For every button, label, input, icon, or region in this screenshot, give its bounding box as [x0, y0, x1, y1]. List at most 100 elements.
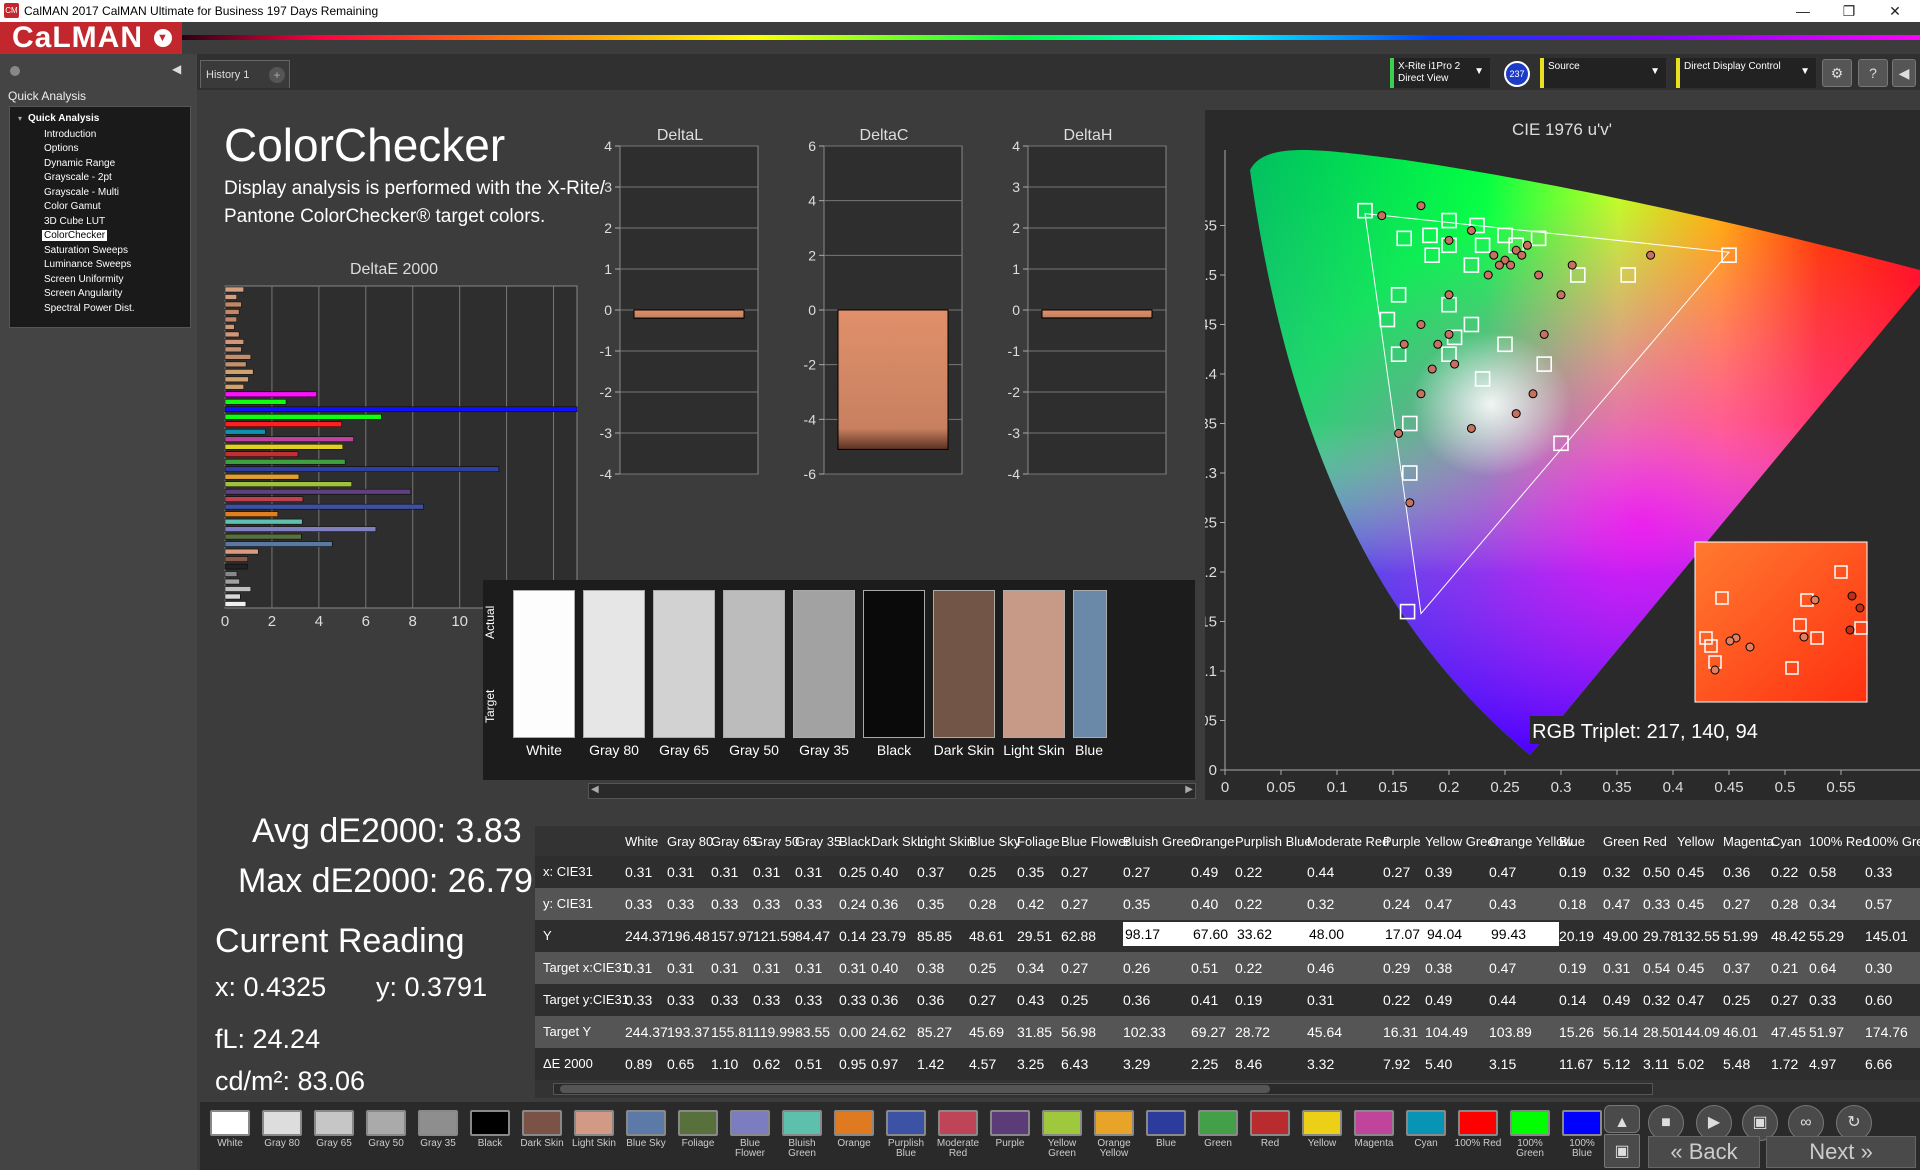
table-cell: 0.49 — [1603, 992, 1631, 1008]
patch-color-icon — [314, 1110, 354, 1136]
patch-button-purple[interactable]: Purple — [986, 1110, 1034, 1168]
cie-y-tick-label: 0.3 — [1205, 465, 1217, 482]
swatch-gray-80 — [583, 590, 645, 738]
tab-history-1[interactable]: History 1 + — [200, 60, 290, 88]
patch-button-white[interactable]: White — [206, 1110, 254, 1168]
close-button[interactable]: ✕ — [1872, 0, 1918, 22]
column-header: Purple — [1383, 834, 1421, 849]
calman-logo[interactable]: CaLMAN ▼ — [0, 22, 182, 54]
source-selector[interactable]: Source ▼ — [1540, 58, 1666, 88]
patch-button-100-red[interactable]: 100% Red — [1454, 1110, 1502, 1168]
table-cell: 0.33 — [667, 896, 695, 912]
table-cell: 0.40 — [871, 864, 899, 880]
nav-item-3d-cube-lut[interactable]: 3D Cube LUT — [42, 216, 107, 227]
patch-button-blue[interactable]: Blue — [1142, 1110, 1190, 1168]
nav-item-color-gamut[interactable]: Color Gamut — [42, 201, 103, 212]
meter-badge[interactable]: 237 — [1504, 61, 1530, 87]
patch-button-purplish-blue[interactable]: Purplish Blue — [882, 1110, 930, 1168]
swatch-black — [863, 590, 925, 738]
patch-button-foliage[interactable]: Foliage — [674, 1110, 722, 1168]
patch-button-gray-35[interactable]: Gray 35 — [414, 1110, 462, 1168]
swatch-label: Gray 35 — [799, 742, 849, 758]
scroll-left-icon[interactable]: ◀ — [591, 784, 599, 795]
up-arrow-icon: ▲ — [1614, 1114, 1630, 1131]
patch-button-bluish-green[interactable]: Bluish Green — [778, 1110, 826, 1168]
patch-button-dark-skin[interactable]: Dark Skin — [518, 1110, 566, 1168]
nav-item-introduction[interactable]: Introduction — [42, 129, 98, 140]
patch-button-light-skin[interactable]: Light Skin — [570, 1110, 618, 1168]
patch-button-moderate-red[interactable]: Moderate Red — [934, 1110, 982, 1168]
delta-tick-label: -4 — [1008, 466, 1021, 482]
table-cell: 0.33 — [839, 992, 867, 1008]
read-stop-button[interactable]: ▣ — [1604, 1134, 1640, 1168]
patch-button-red[interactable]: Red — [1246, 1110, 1294, 1168]
deltae-bar — [224, 369, 254, 375]
tree-root[interactable]: Quick Analysis — [28, 113, 99, 124]
minimize-button[interactable]: — — [1780, 0, 1826, 22]
table-scroll-thumb[interactable] — [560, 1085, 1270, 1093]
swatch-light-skin — [1003, 590, 1065, 738]
nav-item-options[interactable]: Options — [42, 143, 80, 154]
patch-button-gray-80[interactable]: Gray 80 — [258, 1110, 306, 1168]
patch-button-gray-65[interactable]: Gray 65 — [310, 1110, 358, 1168]
scroll-right-icon[interactable]: ▶ — [1185, 784, 1193, 795]
nav-item-grayscale-2pt[interactable]: Grayscale - 2pt — [42, 172, 114, 183]
nav-item-spectral-power[interactable]: Spectral Power Dist. — [42, 303, 137, 314]
back-button[interactable]: « Back — [1648, 1136, 1760, 1168]
nav-item-dynamic-range[interactable]: Dynamic Range — [42, 158, 117, 169]
current-y: y: 0.3791 — [376, 972, 488, 1002]
swatch-label: White — [526, 742, 562, 758]
table-cell: 48.61 — [969, 928, 1005, 944]
patch-button-gray-50[interactable]: Gray 50 — [362, 1110, 410, 1168]
patch-button-cyan[interactable]: Cyan — [1402, 1110, 1450, 1168]
help-button[interactable]: ? — [1858, 59, 1888, 87]
next-button[interactable]: Next » — [1766, 1136, 1916, 1168]
patch-label: Cyan — [1414, 1138, 1438, 1149]
table-cell: 29.51 — [1017, 928, 1053, 944]
table-cell: 0.36 — [917, 992, 945, 1008]
table-cell: 0.38 — [1425, 960, 1453, 976]
collapse-left-icon[interactable]: ◀ — [172, 62, 181, 76]
patch-button-green[interactable]: Green — [1194, 1110, 1242, 1168]
tree-expand-icon[interactable]: ▾ — [18, 114, 22, 123]
maximize-button[interactable]: ❐ — [1826, 0, 1872, 22]
column-header: Red — [1643, 834, 1667, 849]
swatch-scrollbar[interactable]: ◀ ▶ — [588, 783, 1196, 799]
delta-tick-label: 1 — [604, 261, 612, 277]
patch-button-magenta[interactable]: Magenta — [1350, 1110, 1398, 1168]
delta-tick-label: -6 — [804, 466, 817, 482]
read-up-button[interactable]: ▲ — [1604, 1105, 1640, 1133]
table-cell: 0.22 — [1235, 960, 1263, 976]
patch-button-black[interactable]: Black — [466, 1110, 514, 1168]
patch-button-100-blue[interactable]: 100% Blue — [1558, 1110, 1606, 1168]
table-scrollbar[interactable] — [553, 1083, 1653, 1095]
nav-item-saturation-sweeps[interactable]: Saturation Sweeps — [42, 245, 130, 256]
add-tab-button[interactable]: + — [269, 67, 285, 83]
nav-item-grayscale-multi[interactable]: Grayscale - Multi — [42, 187, 121, 198]
patch-button-yellow-green[interactable]: Yellow Green — [1038, 1110, 1086, 1168]
meter-selector[interactable]: X-Rite i1Pro 2 Direct View ▼ — [1390, 58, 1490, 88]
logo-dropdown-icon[interactable]: ▼ — [154, 29, 172, 47]
deltae-title: DeltaE 2000 — [350, 261, 438, 278]
patch-button-blue-sky[interactable]: Blue Sky — [622, 1110, 670, 1168]
nav-item-colorchecker[interactable]: ColorChecker — [42, 230, 108, 241]
patch-button-orange-yellow[interactable]: Orange Yellow — [1090, 1110, 1138, 1168]
nav-item-screen-uniformity[interactable]: Screen Uniformity — [42, 274, 125, 285]
pin-icon[interactable] — [10, 66, 20, 76]
patch-button-blue-flower[interactable]: Blue Flower — [726, 1110, 774, 1168]
deltae-bar — [224, 571, 238, 577]
display-selector[interactable]: Direct Display Control ▼ — [1676, 58, 1816, 88]
column-header: Gray 35 — [795, 834, 842, 849]
table-cell: 0.34 — [1809, 896, 1837, 912]
nav-item-luminance-sweeps[interactable]: Luminance Sweeps — [42, 259, 133, 270]
nav-item-screen-angularity[interactable]: Screen Angularity — [42, 288, 124, 299]
settings-button[interactable]: ⚙ — [1822, 59, 1852, 87]
table-cell: 0.37 — [917, 864, 945, 880]
patch-button-orange[interactable]: Orange — [830, 1110, 878, 1168]
patch-button-100-green[interactable]: 100% Green — [1506, 1110, 1554, 1168]
patch-color-icon — [574, 1110, 614, 1136]
column-header: Foliage — [1017, 834, 1060, 849]
patch-button-yellow[interactable]: Yellow — [1298, 1110, 1346, 1168]
collapse-button[interactable]: ◀ — [1892, 59, 1916, 87]
table-cell: 84.47 — [795, 928, 831, 944]
